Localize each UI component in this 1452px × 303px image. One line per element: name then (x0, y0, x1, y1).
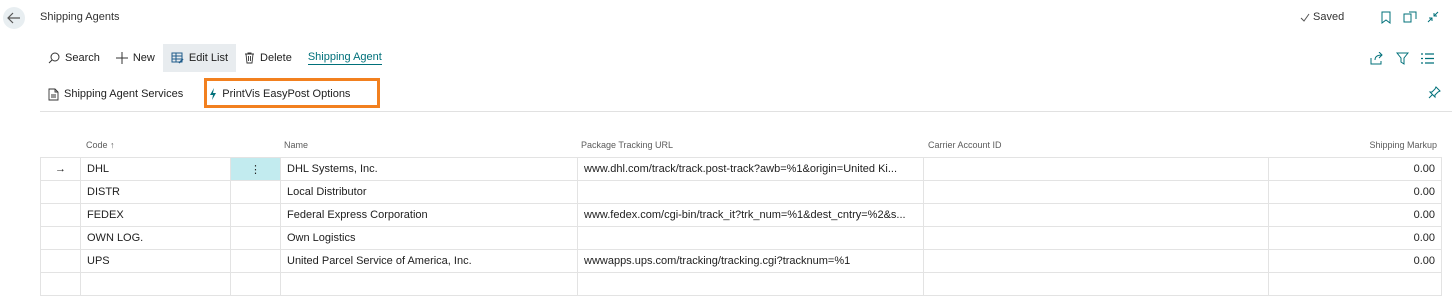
row-indicator (40, 272, 81, 296)
row-actions-cell[interactable] (230, 272, 281, 296)
table-header: Code ↑ Name Package Tracking URL Carrier… (40, 137, 1441, 155)
pin-button[interactable] (1428, 86, 1441, 102)
cell-url[interactable] (577, 180, 924, 204)
row-actions-cell[interactable] (230, 249, 281, 273)
table-row[interactable]: FEDEX Federal Express Corporation www.fe… (40, 203, 1442, 227)
column-header-url[interactable]: Package Tracking URL (581, 140, 673, 150)
cell-shipping-markup[interactable]: 0.00 (1268, 249, 1442, 273)
cell-name[interactable]: Local Distributor (280, 180, 578, 204)
cell-name[interactable]: United Parcel Service of America, Inc. (280, 249, 578, 273)
column-header-carrier-account-id[interactable]: Carrier Account ID (928, 140, 1002, 150)
cell-carrier-account-id[interactable] (923, 157, 1269, 181)
cell-shipping-markup[interactable]: 0.00 (1268, 203, 1442, 227)
open-new-window-icon (1403, 11, 1417, 23)
list-view-button[interactable] (1421, 50, 1434, 66)
cell-code[interactable]: OWN LOG. (80, 226, 231, 250)
cell-name[interactable]: Own Logistics (280, 226, 578, 250)
current-row-arrow-icon: → (40, 157, 81, 181)
table-row[interactable]: UPS United Parcel Service of America, In… (40, 249, 1442, 273)
cell-url[interactable] (577, 272, 924, 296)
open-new-window-button[interactable] (1402, 9, 1418, 25)
list-view-icon (1421, 52, 1434, 64)
collapse-button[interactable] (1425, 9, 1441, 25)
table-row[interactable]: → DHL ⋮ DHL Systems, Inc. www.dhl.com/tr… (40, 157, 1442, 181)
column-header-shipping-markup[interactable]: Shipping Markup (1369, 140, 1437, 150)
row-actions-cell[interactable] (230, 226, 281, 250)
cell-url[interactable]: www.dhl.com/track/track.post-track?awb=%… (577, 157, 924, 181)
cell-url[interactable]: www.fedex.com/cgi-bin/track_it?trk_num=%… (577, 203, 924, 227)
cell-carrier-account-id[interactable] (923, 249, 1269, 273)
shipping-agent-menu[interactable]: Shipping Agent (300, 44, 390, 72)
bookmark-button[interactable] (1378, 9, 1394, 25)
cell-shipping-markup[interactable]: 0.00 (1268, 226, 1442, 250)
row-indicator (40, 226, 81, 250)
saved-label: Saved (1313, 11, 1345, 23)
filter-button[interactable] (1396, 50, 1409, 66)
delete-button[interactable]: Delete (236, 44, 300, 72)
cell-code[interactable]: DISTR (80, 180, 231, 204)
cell-carrier-account-id[interactable] (923, 180, 1269, 204)
cell-shipping-markup[interactable]: 0.00 (1268, 180, 1442, 204)
cell-name[interactable]: Federal Express Corporation (280, 203, 578, 227)
cell-shipping-markup[interactable] (1268, 272, 1442, 296)
cell-shipping-markup[interactable]: 0.00 (1268, 157, 1442, 181)
arrow-left-icon (7, 12, 20, 24)
edit-list-label: Edit List (188, 52, 229, 64)
edit-list-icon (171, 52, 184, 64)
cell-carrier-account-id[interactable] (923, 226, 1269, 250)
row-indicator (40, 203, 81, 227)
cell-code[interactable]: DHL (80, 157, 231, 181)
share-button[interactable] (1370, 50, 1384, 66)
trash-icon (245, 52, 255, 64)
row-actions-cell[interactable] (230, 203, 281, 227)
cell-carrier-account-id[interactable] (923, 272, 1269, 296)
cell-url[interactable] (577, 226, 924, 250)
column-header-code[interactable]: Code ↑ (86, 140, 115, 150)
bookmark-icon (1381, 11, 1391, 24)
row-indicator (40, 180, 81, 204)
pin-icon (1428, 86, 1441, 99)
collapse-icon (1427, 11, 1439, 23)
highlight-box (204, 78, 380, 108)
shipping-agent-services-label: Shipping Agent Services (64, 88, 184, 100)
action-bar: Search New Edit List Delete Shipping Age… (40, 44, 390, 72)
search-button[interactable]: Search (40, 44, 108, 72)
edit-list-button[interactable]: Edit List (162, 44, 237, 72)
row-actions-menu-icon[interactable]: ⋮ (230, 157, 281, 181)
row-indicator (40, 249, 81, 273)
cell-code[interactable]: UPS (80, 249, 231, 273)
delete-label: Delete (260, 52, 292, 64)
cell-url[interactable]: wwwapps.ups.com/tracking/tracking.cgi?tr… (577, 249, 924, 273)
cell-name[interactable]: DHL Systems, Inc. (280, 157, 578, 181)
new-row[interactable] (40, 272, 1442, 296)
new-button[interactable]: New (108, 44, 163, 72)
table-row[interactable]: OWN LOG. Own Logistics 0.00 (40, 226, 1442, 250)
new-label: New (132, 52, 155, 64)
table-row[interactable]: DISTR Local Distributor 0.00 (40, 180, 1442, 204)
plus-icon (115, 52, 128, 64)
page-title: Shipping Agents (40, 11, 120, 23)
cell-carrier-account-id[interactable] (923, 203, 1269, 227)
cell-code[interactable] (80, 272, 231, 296)
cell-name[interactable] (280, 272, 578, 296)
saved-status: Saved (1300, 11, 1344, 23)
search-icon (48, 52, 60, 64)
data-table: → DHL ⋮ DHL Systems, Inc. www.dhl.com/tr… (40, 157, 1442, 296)
search-label: Search (65, 52, 100, 64)
checkmark-icon (1300, 13, 1310, 22)
cell-code[interactable]: FEDEX (80, 203, 231, 227)
back-button[interactable] (3, 7, 25, 29)
filter-icon (1396, 52, 1409, 65)
shipping-agent-label: Shipping Agent (307, 51, 382, 65)
share-icon (1370, 51, 1383, 64)
document-icon (48, 88, 59, 100)
row-actions-cell[interactable] (230, 180, 281, 204)
shipping-agent-services-button[interactable]: Shipping Agent Services (40, 82, 191, 106)
divider (40, 111, 1452, 112)
column-header-name[interactable]: Name (284, 140, 308, 150)
